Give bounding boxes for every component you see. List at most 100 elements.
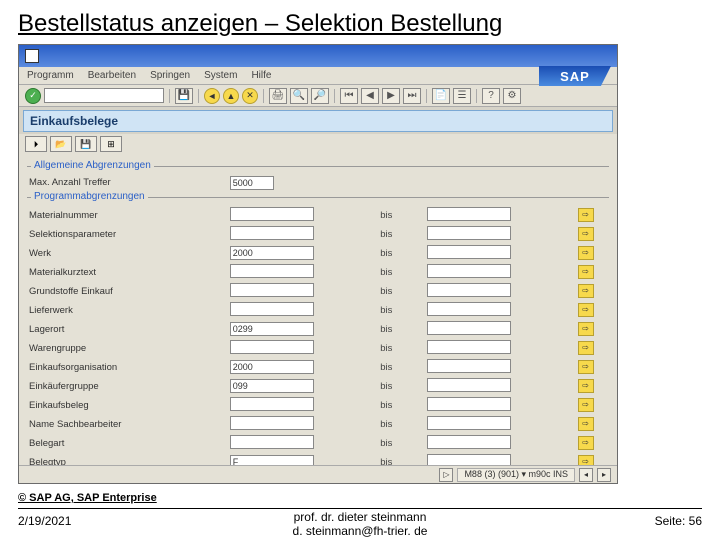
menubar: Programm Bearbeiten Springen System Hilf… — [19, 67, 617, 85]
bis-label: bis — [378, 339, 425, 357]
multi-select-icon[interactable]: ⇨ — [578, 455, 594, 465]
from-input[interactable] — [230, 207, 314, 221]
selection-row: Einkaufsorganisation2000bis⇨ — [27, 358, 609, 376]
last-page-icon[interactable]: ⏭ — [403, 88, 421, 104]
cancel-icon[interactable]: ✕ — [242, 88, 258, 104]
selection-row: Lagerort0299bis⇨ — [27, 320, 609, 338]
field-label: Einkaufsorganisation — [27, 358, 228, 376]
field-label: Einkaufsbeleg — [27, 396, 228, 414]
multi-select-icon[interactable]: ⇨ — [578, 284, 594, 298]
selection-row: Werk2000bis⇨ — [27, 244, 609, 262]
window-icon — [25, 49, 39, 63]
first-page-icon[interactable]: ⏮ — [340, 88, 358, 104]
to-input[interactable] — [427, 264, 511, 278]
to-input[interactable] — [427, 226, 511, 240]
back-icon[interactable]: ◄ — [204, 88, 220, 104]
bis-label: bis — [378, 415, 425, 433]
field-label: Materialkurztext — [27, 263, 228, 281]
variant-save-icon[interactable]: 💾 — [75, 136, 97, 152]
multi-select-icon[interactable]: ⇨ — [578, 246, 594, 260]
multi-select-icon[interactable]: ⇨ — [578, 265, 594, 279]
multi-select-icon[interactable]: ⇨ — [578, 360, 594, 374]
selection-row: Materialkurztext bis ⇨ — [27, 263, 609, 281]
bis-label: bis — [378, 377, 425, 395]
bis-label: bis — [378, 301, 425, 319]
menu-help[interactable]: Hilfe — [251, 70, 271, 81]
from-input[interactable] — [230, 283, 314, 297]
to-input[interactable] — [427, 378, 511, 392]
multi-select-icon[interactable]: ⇨ — [578, 436, 594, 450]
execute-icon[interactable]: ⏵ — [25, 136, 47, 152]
status-nav-right-icon[interactable]: ▸ — [597, 468, 611, 482]
from-input[interactable] — [230, 226, 314, 240]
from-input[interactable] — [230, 264, 314, 278]
menu-program[interactable]: Programm — [27, 70, 74, 81]
from-input[interactable]: 099 — [230, 379, 314, 393]
from-input[interactable] — [230, 397, 314, 411]
to-input[interactable] — [427, 454, 511, 466]
from-input[interactable] — [230, 302, 314, 316]
to-input[interactable] — [427, 245, 511, 259]
prev-page-icon[interactable]: ◀ — [361, 88, 379, 104]
to-input[interactable] — [427, 302, 511, 316]
multi-select-icon[interactable]: ⇨ — [578, 379, 594, 393]
max-hits-input[interactable]: 5000 — [230, 176, 274, 190]
to-input[interactable] — [427, 435, 511, 449]
selection-row: Einkäufergruppe099bis⇨ — [27, 377, 609, 395]
footer-page: Seite: 56 — [655, 514, 702, 528]
bis-label: bis — [378, 396, 425, 414]
multi-select-icon[interactable]: ⇨ — [578, 322, 594, 336]
from-input[interactable] — [230, 435, 314, 449]
menu-goto[interactable]: Springen — [150, 70, 190, 81]
multi-select-icon[interactable]: ⇨ — [578, 417, 594, 431]
from-input[interactable]: F — [230, 455, 314, 465]
to-input[interactable] — [427, 397, 511, 411]
help-icon[interactable]: ? — [482, 88, 500, 104]
bis-label: bis — [378, 453, 425, 465]
save-icon[interactable]: 💾 — [175, 88, 193, 104]
field-label: Belegart — [27, 434, 228, 452]
multi-select-icon[interactable]: ⇨ — [578, 303, 594, 317]
find-icon[interactable]: 🔍 — [290, 88, 308, 104]
menu-edit[interactable]: Bearbeiten — [88, 70, 136, 81]
multi-select-icon[interactable]: ⇨ — [578, 227, 594, 241]
to-input[interactable] — [427, 416, 511, 430]
from-input[interactable]: 2000 — [230, 246, 314, 260]
selection-row: Name Sachbearbeiterbis⇨ — [27, 415, 609, 433]
status-nav-left-icon[interactable]: ◂ — [579, 468, 593, 482]
new-session-icon[interactable]: 📄 — [432, 88, 450, 104]
from-input[interactable] — [230, 416, 314, 430]
status-msg-icon[interactable]: ▷ — [439, 468, 453, 482]
dynamic-sel-icon[interactable]: ⊞ — [100, 136, 122, 152]
from-input[interactable] — [230, 340, 314, 354]
to-input[interactable] — [427, 359, 511, 373]
to-input[interactable] — [427, 340, 511, 354]
group-general: Allgemeine Abgrenzungen Max. Anzahl Tref… — [27, 166, 609, 191]
multi-select-icon[interactable]: ⇨ — [578, 398, 594, 412]
to-input[interactable] — [427, 321, 511, 335]
enter-icon[interactable]: ✓ — [25, 88, 41, 104]
variant-get-icon[interactable]: 📂 — [50, 136, 72, 152]
group-program: Programmabgrenzungen Materialnummerbis⇨S… — [27, 197, 609, 465]
bis-label: bis — [378, 263, 425, 281]
to-input[interactable] — [427, 283, 511, 297]
print-icon[interactable]: 🖨 — [269, 88, 287, 104]
command-field[interactable] — [44, 88, 164, 103]
slide-title: Bestellstatus anzeigen – Selektion Beste… — [18, 10, 502, 38]
from-input[interactable]: 2000 — [230, 360, 314, 374]
group-general-label: Allgemeine Abgrenzungen — [31, 160, 154, 171]
selection-row: Belegartbis⇨ — [27, 434, 609, 452]
bis-label: bis — [378, 282, 425, 300]
exit-icon[interactable]: ▲ — [223, 88, 239, 104]
to-input[interactable] — [427, 207, 511, 221]
multi-select-icon[interactable]: ⇨ — [578, 208, 594, 222]
layout-icon[interactable]: ⚙ — [503, 88, 521, 104]
from-input[interactable]: 0299 — [230, 322, 314, 336]
bis-label: bis — [378, 225, 425, 243]
multi-select-icon[interactable]: ⇨ — [578, 341, 594, 355]
find-next-icon[interactable]: 🔎 — [311, 88, 329, 104]
shortcut-icon[interactable]: ☰ — [453, 88, 471, 104]
selection-row: Selektionsparameterbis⇨ — [27, 225, 609, 243]
next-page-icon[interactable]: ▶ — [382, 88, 400, 104]
menu-system[interactable]: System — [204, 70, 237, 81]
